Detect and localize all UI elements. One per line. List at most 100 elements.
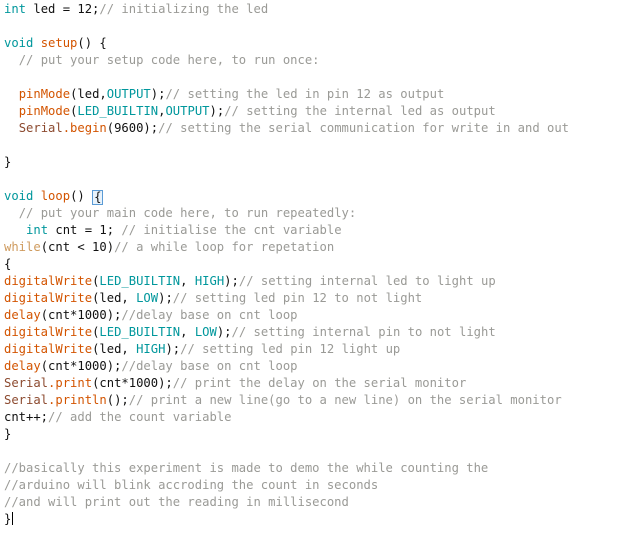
plain-token: ); [150,87,166,101]
plain-token: (led, [70,87,107,101]
serial-object-token: Serial [18,121,63,135]
plain-token: ); [216,325,232,339]
plain-token: () [70,189,93,203]
comment-token: //basically this experiment is made to d… [4,461,489,475]
method-token: .print [48,376,93,390]
plain-token: , [180,274,195,288]
code-line[interactable]: int cnt = 1; // initialise the cnt varia… [0,222,622,239]
comment-token: // setting internal led to light up [238,274,496,288]
keyword-token: int [4,2,27,16]
brace-token: } [4,427,12,441]
code-line[interactable]: pinMode(led,OUTPUT);// setting the led i… [0,86,622,103]
serial-object-token: Serial [4,393,49,407]
comment-token: // print a new line(go to a new line) on… [128,393,562,407]
code-line[interactable] [0,69,622,86]
plain-token: ); [224,274,239,288]
code-line[interactable]: digitalWrite(led, HIGH);// setting led p… [0,341,622,358]
comment-token: //arduino will blink accroding the count… [4,478,379,492]
comment-token: // setting the led in pin 12 as output [165,87,445,101]
constant-token: LOW [194,325,217,339]
code-lines-container[interactable]: int led = 12;// initializing the led voi… [0,0,622,528]
constant-token: LED_BUILTIN [99,325,181,339]
code-line[interactable]: void loop() { [0,188,622,205]
code-line[interactable]: cnt++;// add the count variable [0,409,622,426]
code-line[interactable]: pinMode(LED_BUILTIN,OUTPUT);// setting t… [0,103,622,120]
comment-token: //delay base on cnt loop [121,359,298,373]
plain-token: ); [165,342,181,356]
comment-token: // print the delay on the serial monitor [172,376,467,390]
plain-token: led = 12; [26,2,100,16]
code-line[interactable]: Serial.print(cnt*1000);// print the dela… [0,375,622,392]
plain-token: , [180,325,195,339]
comment-token: // setting the internal led as output [224,104,496,118]
code-line[interactable] [0,171,622,188]
comment-token: // setting the serial communication for … [158,121,570,135]
plain-token: (9600); [106,121,159,135]
brace-token: { [92,190,104,205]
code-line[interactable]: delay(cnt*1000);//delay base on cnt loop [0,358,622,375]
function-token: digitalWrite [4,291,93,305]
plain-token: cnt = 1; [48,223,122,237]
serial-object-token: Serial [4,376,49,390]
plain-token: (led, [92,291,137,305]
function-token: loop [40,189,71,203]
plain-token: ); [158,291,173,305]
plain-token: () { [77,36,107,50]
comment-token: // initialise the cnt variable [121,223,342,237]
text-caret [12,512,14,525]
code-line[interactable]: digitalWrite(led, LOW);// setting led pi… [0,290,622,307]
code-line[interactable]: //basically this experiment is made to d… [0,460,622,477]
code-line[interactable]: int led = 12;// initializing the led [0,1,622,18]
code-line[interactable]: } [0,154,622,171]
comment-token: // a while loop for repetation [114,240,335,254]
code-line[interactable]: digitalWrite(LED_BUILTIN, LOW);// settin… [0,324,622,341]
code-editor[interactable]: int led = 12;// initializing the led voi… [0,0,622,540]
code-line[interactable]: } [0,511,622,528]
control-keyword-token: while [4,240,41,254]
comment-token: // put your main code here, to run repea… [18,206,357,220]
code-line[interactable]: // put your main code here, to run repea… [0,205,622,222]
code-line[interactable]: while(cnt < 10)// a while loop for repet… [0,239,622,256]
plain-token: (); [106,393,129,407]
constant-token: HIGH [194,274,225,288]
code-line[interactable] [0,137,622,154]
code-line[interactable]: } [0,426,622,443]
comment-token: //and will print out the reading in mill… [4,495,349,509]
code-line[interactable]: Serial.println();// print a new line(go … [0,392,622,409]
comment-token: // setting internal pin to not light [231,325,496,339]
function-token: digitalWrite [4,274,93,288]
code-line[interactable]: { [0,256,622,273]
code-line[interactable]: Serial.begin(9600);// setting the serial… [0,120,622,137]
constant-token: LED_BUILTIN [77,104,159,118]
code-line[interactable]: digitalWrite(LED_BUILTIN, HIGH);// setti… [0,273,622,290]
code-line[interactable] [0,18,622,35]
function-token: digitalWrite [4,325,93,339]
comment-token: //delay base on cnt loop [121,308,298,322]
brace-token: } [4,155,12,169]
code-line[interactable]: //and will print out the reading in mill… [0,494,622,511]
comment-token: // initializing the led [99,2,269,16]
keyword-token: void [4,36,34,50]
constant-token: OUTPUT [106,87,151,101]
method-token: .begin [62,121,107,135]
code-line[interactable]: // put your setup code here, to run once… [0,52,622,69]
function-token: delay [4,359,41,373]
code-line[interactable] [0,443,622,460]
code-line[interactable]: void setup() { [0,35,622,52]
plain-token: (cnt*1000); [40,308,122,322]
constant-token: HIGH [136,342,166,356]
function-token: pinMode [18,87,71,101]
plain-token: ); [209,104,225,118]
code-line[interactable]: //arduino will blink accroding the count… [0,477,622,494]
code-line[interactable]: delay(cnt*1000);//delay base on cnt loop [0,307,622,324]
constant-token: LED_BUILTIN [99,274,181,288]
brace-token: } [4,512,12,526]
